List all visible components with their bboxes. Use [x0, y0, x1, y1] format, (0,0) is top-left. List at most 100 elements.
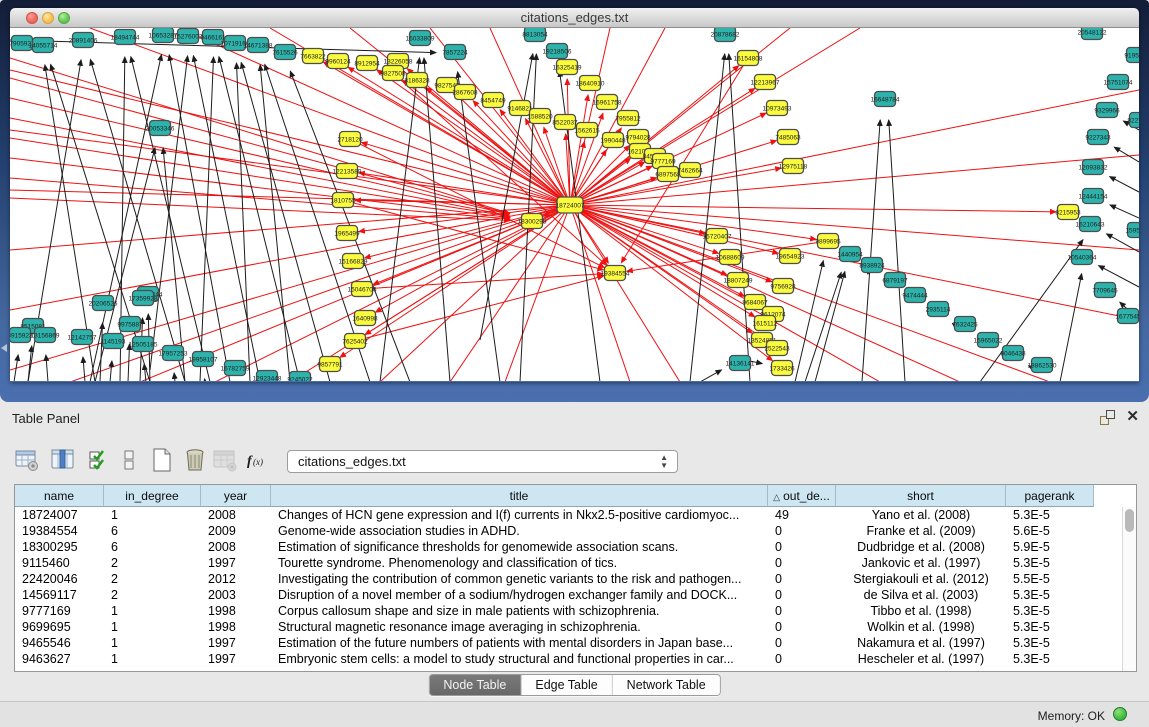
graph-node[interactable]: 1440954: [837, 247, 863, 262]
graph-node[interactable]: 8215953: [1055, 205, 1081, 220]
table-row[interactable]: 1830029562008Estimation of significance …: [15, 539, 1136, 555]
graph-node[interactable]: 16210643: [1076, 217, 1105, 232]
graph-node[interactable]: 20053346: [146, 121, 175, 136]
graph-node[interactable]: 9960124: [325, 54, 351, 69]
graph-node[interactable]: 16154808: [734, 51, 763, 66]
graph-node[interactable]: 17359928: [129, 291, 158, 306]
graph-node[interactable]: 2718120: [337, 132, 363, 147]
graph-node[interactable]: 18494744: [111, 30, 140, 45]
graph-node[interactable]: 19384554: [601, 266, 630, 281]
graph-node[interactable]: 2522543: [764, 341, 790, 356]
graph-node[interactable]: 8186328: [404, 73, 430, 88]
column-header-pagerank[interactable]: pagerank: [1006, 485, 1094, 507]
select-rows-button[interactable]: [84, 446, 114, 476]
graph-node[interactable]: 1810755: [330, 193, 356, 208]
table-row[interactable]: 946554611997Estimation of the future num…: [15, 635, 1136, 651]
graph-node[interactable]: 18862530: [1028, 358, 1057, 373]
graph-node[interactable]: 8912954: [354, 56, 380, 71]
column-header-year[interactable]: year: [201, 485, 271, 507]
graph-node[interactable]: 8454749: [480, 93, 506, 108]
graph-node[interactable]: 16033809: [406, 31, 435, 46]
network-canvas[interactable]: 7905922140557142089140618494744106532871…: [10, 28, 1139, 381]
table-settings-button[interactable]: [12, 446, 42, 476]
tab-network-table[interactable]: Network Table: [613, 675, 720, 695]
tab-edge-table[interactable]: Edge Table: [521, 675, 612, 695]
graph-node[interactable]: 15166829: [339, 254, 368, 269]
graph-node[interactable]: 8227745: [1127, 113, 1139, 128]
graph-node[interactable]: 7485063: [775, 130, 801, 145]
graph-node[interactable]: 19958107: [189, 352, 218, 367]
graph-node[interactable]: 12093832: [1079, 160, 1108, 175]
table-row[interactable]: 946362711997Embryonic stem cells: a mode…: [15, 651, 1136, 667]
graph-node[interactable]: 12505185: [129, 337, 158, 352]
graph-node[interactable]: 9975887: [117, 317, 143, 332]
graph-node[interactable]: 7857224: [442, 45, 468, 60]
graph-node[interactable]: 9245022: [287, 372, 313, 382]
graph-node[interactable]: 9794028: [625, 130, 651, 145]
graph-node[interactable]: 9474444: [902, 288, 928, 303]
graph-node[interactable]: 7625402: [342, 334, 368, 349]
graph-node[interactable]: 12444154: [1079, 189, 1108, 204]
graph-node[interactable]: 10540364: [1068, 250, 1097, 265]
graph-node[interactable]: 19218506: [543, 44, 572, 59]
graph-node[interactable]: 18807249: [724, 273, 753, 288]
graph-node[interactable]: 1595838: [1125, 223, 1139, 238]
table-selector-dropdown[interactable]: citations_edges.txt ▲▼: [287, 450, 678, 473]
graph-node[interactable]: 2867608: [452, 85, 478, 100]
graph-node[interactable]: 18640910: [576, 76, 605, 91]
graph-node[interactable]: 13156869: [31, 328, 60, 343]
citation-graph[interactable]: 7905922140557142089140618494744106532871…: [10, 28, 1139, 381]
column-header-name[interactable]: name: [15, 485, 104, 507]
graph-node[interactable]: 20891406: [69, 33, 98, 48]
graph-node[interactable]: 1990448: [600, 133, 626, 148]
graph-node[interactable]: 7462664: [677, 163, 703, 178]
graph-node[interactable]: 1615112: [753, 316, 778, 331]
close-panel-icon[interactable]: ✕: [1126, 408, 1139, 426]
graph-node[interactable]: 9827508: [380, 66, 406, 81]
column-header-out-degree[interactable]: △out_de...: [768, 485, 836, 507]
float-panel-icon[interactable]: [1100, 410, 1115, 425]
graph-node[interactable]: 12142757: [68, 330, 97, 345]
graph-node[interactable]: 10973493: [763, 101, 792, 116]
table-scrollbar-thumb[interactable]: [1125, 509, 1134, 532]
column-header-in-degree[interactable]: in_degree: [104, 485, 201, 507]
tab-node-table[interactable]: Node Table: [429, 675, 521, 695]
graph-node[interactable]: 16325419: [553, 60, 582, 75]
graph-node[interactable]: 15046706: [348, 282, 377, 297]
graph-node[interactable]: 19654923: [776, 249, 805, 264]
graph-node[interactable]: 16782759: [221, 361, 250, 376]
function-builder-button[interactable]: f(x): [242, 446, 272, 476]
graph-node[interactable]: 15720407: [703, 229, 732, 244]
graph-node[interactable]: 9899695: [815, 234, 841, 249]
graph-node[interactable]: 9227343: [1085, 130, 1111, 145]
graph-node[interactable]: 1562615: [574, 123, 600, 138]
window-titlebar[interactable]: citations_edges.txt: [10, 8, 1139, 28]
graph-node[interactable]: 9857791: [317, 357, 343, 372]
graph-node[interactable]: 20206526: [89, 296, 118, 311]
graph-node[interactable]: 14055714: [29, 38, 58, 53]
collapse-panel-arrow-icon[interactable]: [1, 344, 7, 352]
merge-rows-button[interactable]: [114, 446, 144, 476]
table-scrollbar[interactable]: [1122, 507, 1136, 671]
graph-node[interactable]: 9195012: [1124, 48, 1139, 63]
column-header-short[interactable]: short: [836, 485, 1006, 507]
show-columns-button[interactable]: [48, 446, 78, 476]
table-row[interactable]: 969969511998Structural magnetic resonanc…: [15, 619, 1136, 635]
table-row[interactable]: 911546021997Tourette syndrome. Phenomeno…: [15, 555, 1136, 571]
graph-node[interactable]: 8813054: [522, 28, 548, 42]
graph-node[interactable]: 1733426: [769, 361, 795, 376]
graph-node[interactable]: 15751074: [1104, 75, 1133, 90]
graph-node[interactable]: 15276002: [174, 29, 203, 44]
graph-node[interactable]: 2935114: [926, 302, 951, 317]
delete-table-button-disabled[interactable]: [210, 446, 240, 476]
graph-node[interactable]: 12975118: [779, 159, 808, 174]
graph-node[interactable]: 20878682: [711, 28, 740, 42]
graph-node[interactable]: 12213967: [751, 75, 780, 90]
table-row[interactable]: 977716911998Corpus callosum shape and si…: [15, 603, 1136, 619]
graph-node[interactable]: 18300295: [518, 214, 547, 229]
graph-node[interactable]: 1588520: [527, 109, 553, 124]
graph-node[interactable]: 1677545: [1115, 309, 1139, 324]
graph-node[interactable]: 14136141: [726, 356, 755, 371]
table-row[interactable]: 1938455462009Genome-wide association stu…: [15, 523, 1136, 539]
table-row[interactable]: 1872400712008Changes of HCN gene express…: [15, 507, 1136, 523]
